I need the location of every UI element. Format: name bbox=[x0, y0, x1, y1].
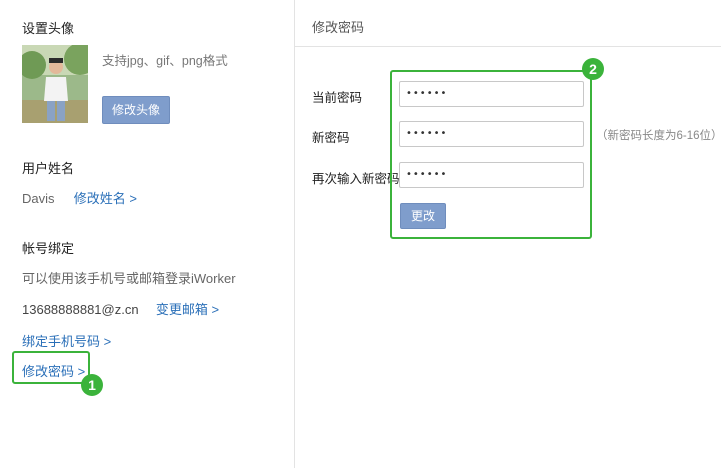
change-avatar-button[interactable]: 修改头像 bbox=[102, 96, 170, 124]
step1-badge: 1 bbox=[81, 374, 103, 396]
header-divider bbox=[295, 46, 721, 47]
step1-highlight bbox=[12, 351, 90, 384]
account-description: 可以使用该手机号或邮箱登录iWorker bbox=[22, 271, 236, 286]
email-row: 13688888881@z.cn 变更邮箱 > bbox=[22, 299, 219, 318]
avatar-format-hint: 支持jpg、gif、png格式 bbox=[102, 54, 228, 68]
avatar bbox=[22, 45, 88, 123]
current-password-label: 当前密码 bbox=[312, 91, 363, 105]
edit-name-link[interactable]: 修改姓名 > bbox=[74, 191, 137, 206]
page-title: 修改密码 bbox=[312, 20, 365, 35]
new-password-length-note: （新密码长度为6-16位） bbox=[596, 130, 721, 142]
step2-highlight bbox=[390, 70, 592, 239]
panel-divider bbox=[294, 0, 295, 468]
confirm-password-label: 再次输入新密码 bbox=[312, 172, 400, 186]
bind-phone-link[interactable]: 绑定手机号码 > bbox=[22, 331, 111, 350]
name-section-title: 用户姓名 bbox=[22, 161, 75, 176]
step2-badge: 2 bbox=[582, 58, 604, 80]
change-email-link[interactable]: 变更邮箱 > bbox=[156, 302, 219, 317]
account-section-title: 帐号绑定 bbox=[22, 241, 75, 256]
user-name: Davis bbox=[22, 191, 55, 206]
profile-settings-panel: 设置头像 支持jpg、gif、png格式 修改头像 用户姓名 Davis 修改姓… bbox=[0, 0, 294, 468]
name-row: Davis 修改姓名 > bbox=[22, 188, 137, 207]
avatar-section-title: 设置头像 bbox=[22, 21, 75, 36]
new-password-label: 新密码 bbox=[312, 131, 350, 145]
bound-email: 13688888881@z.cn bbox=[22, 302, 139, 317]
